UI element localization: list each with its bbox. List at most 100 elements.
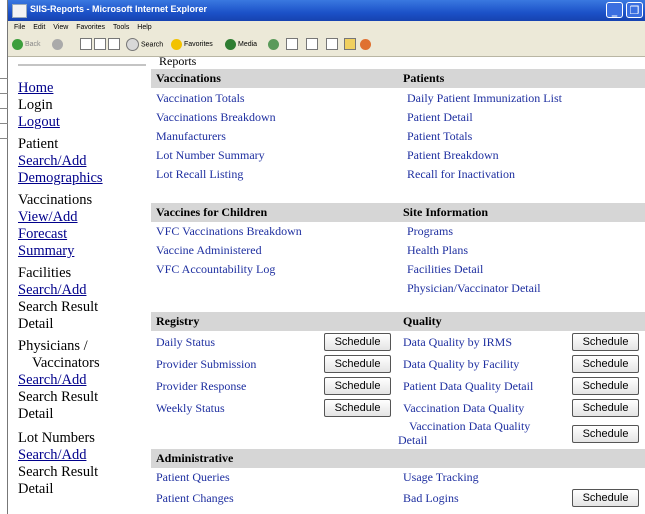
nav-lot-search-add[interactable]: Search/Add [18,447,86,464]
report-link-vaccination-data-quality[interactable]: Vaccination Data Quality [403,399,524,418]
schedule-button[interactable]: Schedule [572,425,639,443]
folder-button[interactable] [344,38,356,52]
report-link-provider-submission[interactable]: Provider Submission [156,355,256,374]
nav-demographics[interactable]: Demographics [18,170,103,187]
report-link-health-plans[interactable]: Health Plans [407,241,468,260]
nav-physicians-search-add[interactable]: Search/Add [18,372,86,389]
menu-favorites[interactable]: Favorites [76,21,105,34]
report-link-vfc-vaccinations-breakdown[interactable]: VFC Vaccinations Breakdown [156,222,302,241]
nav-physicians-search-add-text[interactable]: Search/Add [18,372,86,388]
nav-patient-search-add-text[interactable]: Search/Add [18,153,86,169]
nav-patient-search-add[interactable]: Search/Add [18,153,86,170]
menu-edit[interactable]: Edit [33,21,45,34]
nav-lot-detail: Detail [18,481,54,497]
menu-help[interactable]: Help [137,21,151,34]
nav-facilities-search-add[interactable]: Search/Add [18,282,86,299]
report-link-patient-data-quality-detail[interactable]: Patient Data Quality Detail [403,377,533,396]
report-link-lot-number-summary[interactable]: Lot Number Summary [156,146,265,165]
menu-view[interactable]: View [53,21,68,34]
report-link-recall-for-inactivation[interactable]: Recall for Inactivation [407,165,515,184]
schedule-button[interactable]: Schedule [324,333,391,351]
sidebar-nav: Home Login Logout Patient Search/Add Dem… [18,56,158,514]
search-icon [126,38,139,51]
nav-facilities-search-add-text[interactable]: Search/Add [18,282,86,298]
report-link-provider-response[interactable]: Provider Response [156,377,246,396]
report-link-vfc-accountability-log[interactable]: VFC Accountability Log [156,260,275,279]
table-row: Vaccination Data Quality Detail Schedule [151,419,645,449]
nav-demographics-text[interactable]: Demographics [18,170,103,186]
nav-home-link[interactable]: Home [18,80,53,97]
report-link-patient-detail[interactable]: Patient Detail [407,108,473,127]
schedule-button[interactable]: Schedule [324,377,391,395]
nav-section-lot-numbers: Lot Numbers [18,430,95,446]
nav-lot-search-add-text[interactable]: Search/Add [18,447,86,463]
nav-home-link-text[interactable]: Home [18,80,53,96]
nav-forecast[interactable]: Forecast [18,226,67,243]
nav-forecast-text[interactable]: Forecast [18,226,67,242]
report-link-patient-breakdown[interactable]: Patient Breakdown [407,146,499,165]
mail-icon [286,38,298,51]
nav-view-add-text[interactable]: View/Add [18,209,78,225]
report-link-facilities-detail[interactable]: Facilities Detail [407,260,483,279]
window-title: SIIS-Reports - Microsoft Internet Explor… [30,4,208,14]
table-row: Daily Status Schedule Data Quality by IR… [151,331,645,353]
report-link-lot-recall-listing[interactable]: Lot Recall Listing [156,165,243,184]
report-link-usage-tracking[interactable]: Usage Tracking [403,468,479,487]
edit-button[interactable] [326,38,338,52]
maximize-icon[interactable]: ❐ [626,2,643,18]
nav-summary[interactable]: Summary [18,243,74,260]
report-link-weekly-status[interactable]: Weekly Status [156,399,225,418]
report-link-data-quality-by-irms[interactable]: Data Quality by IRMS [403,333,512,352]
search-button[interactable]: Search [126,38,163,52]
table-row: Weekly Status Schedule Vaccination Data … [151,397,645,419]
report-link-vaccine-administered[interactable]: Vaccine Administered [156,241,262,260]
report-link-vaccination-totals[interactable]: Vaccination Totals [156,89,245,108]
schedule-button[interactable]: Schedule [572,355,639,373]
report-link-manufacturers[interactable]: Manufacturers [156,127,226,146]
report-link-patient-totals[interactable]: Patient Totals [407,127,472,146]
minimize-icon[interactable]: _ [606,2,623,18]
report-link-data-quality-by-facility[interactable]: Data Quality by Facility [403,355,519,374]
nav-summary-text[interactable]: Summary [18,243,74,259]
stop-button[interactable] [80,38,92,52]
report-link-vaccination-data-quality-detail-line2[interactable]: Detail [398,433,427,447]
messenger-button[interactable] [360,38,373,52]
frame-line [0,123,8,124]
schedule-button[interactable]: Schedule [572,377,639,395]
page-title: Reports [159,54,197,68]
favorites-button[interactable]: Favorites [171,38,213,52]
report-link-patient-queries[interactable]: Patient Queries [156,468,230,487]
print-button[interactable] [306,38,318,52]
messenger-icon [360,38,371,50]
schedule-button[interactable]: Schedule [572,399,639,417]
back-button[interactable]: Back [12,38,41,52]
report-link-programs[interactable]: Programs [407,222,453,241]
schedule-button[interactable]: Schedule [572,489,639,507]
nav-physicians-search-result: Search Result [18,389,99,405]
nav-view-add[interactable]: View/Add [18,209,78,226]
schedule-button[interactable]: Schedule [572,333,639,351]
menu-tools[interactable]: Tools [113,21,129,34]
media-button[interactable]: Media [225,38,257,52]
frame-line [0,138,8,139]
report-link-patient-changes[interactable]: Patient Changes [156,489,234,508]
mail-button[interactable] [286,38,298,52]
schedule-button[interactable]: Schedule [324,355,391,373]
report-link-vaccination-data-quality-detail[interactable]: Vaccination Data Quality [409,419,530,433]
home-button[interactable] [108,38,120,52]
nav-logout-link[interactable]: Logout [18,114,60,131]
schedule-button[interactable]: Schedule [324,399,391,417]
report-link-physician-vaccinator-detail[interactable]: Physician/Vaccinator Detail [407,279,541,298]
media-icon [225,38,236,50]
nav-logout-link-text[interactable]: Logout [18,114,60,130]
report-link-daily-patient-immunization-list[interactable]: Daily Patient Immunization List [407,89,562,108]
forward-button[interactable] [52,38,65,52]
nav-section-physicians: Physicians / [18,338,88,354]
table-row: Patient Changes Bad Logins Schedule [151,487,645,509]
refresh-button[interactable] [94,38,106,52]
menu-file[interactable]: File [14,21,25,34]
report-link-bad-logins[interactable]: Bad Logins [403,489,459,508]
history-button[interactable] [268,38,281,52]
report-link-daily-status[interactable]: Daily Status [156,333,215,352]
report-link-vaccinations-breakdown[interactable]: Vaccinations Breakdown [156,108,276,127]
